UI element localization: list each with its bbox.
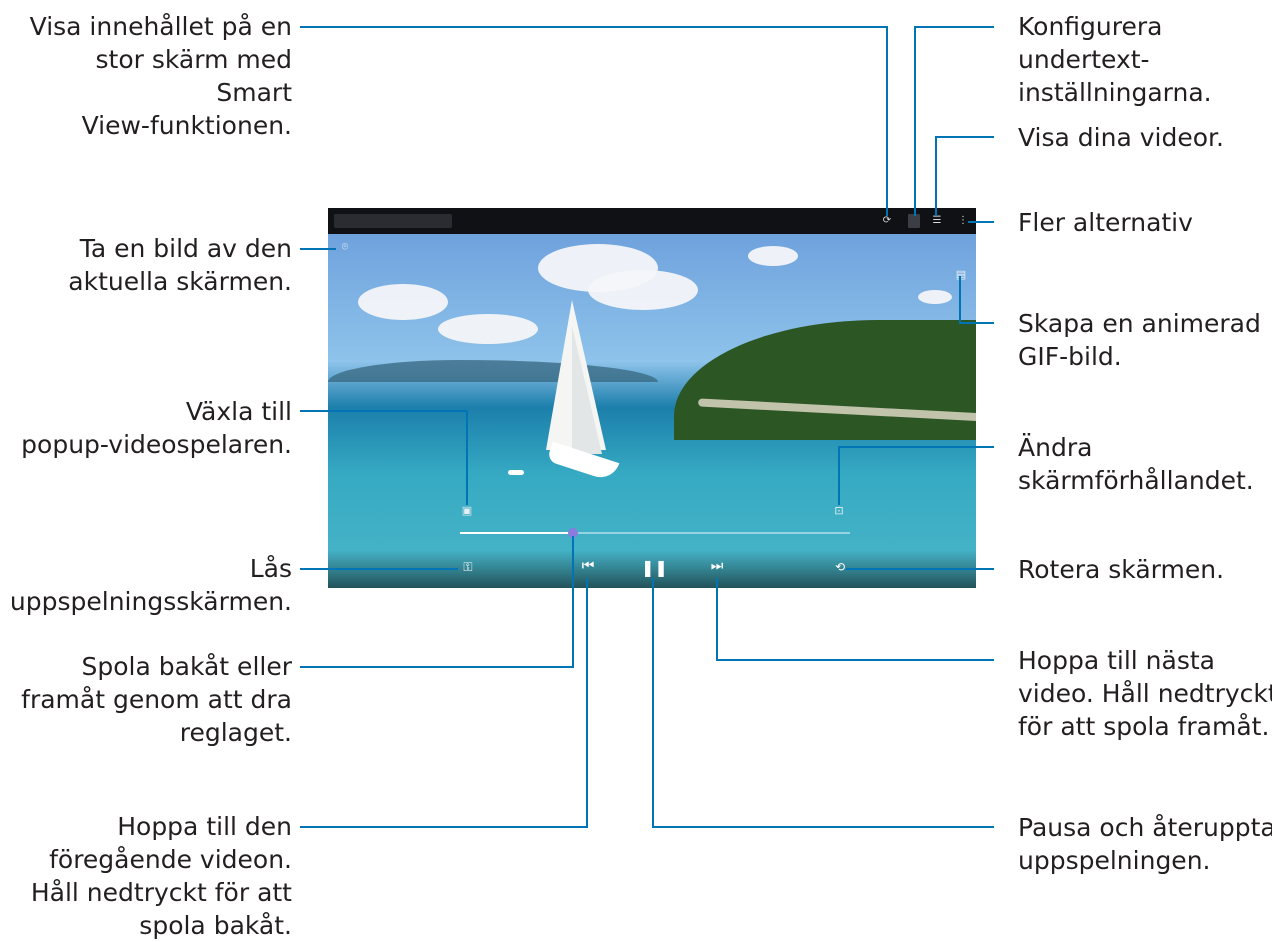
- video-frame[interactable]: [328, 234, 976, 588]
- callout-popup: Växla till popup-videospelaren.: [21, 397, 292, 459]
- lock-icon[interactable]: ⚿: [460, 560, 476, 575]
- callout-list: Visa dina videor.: [1018, 123, 1224, 152]
- previous-icon[interactable]: ⏮: [578, 558, 598, 574]
- gif-icon[interactable]: ▤: [954, 268, 968, 282]
- cloud: [438, 314, 538, 344]
- callout-gif: Skapa en animerad GIF-bild.: [1018, 309, 1261, 371]
- popup-player-icon[interactable]: ▣: [460, 504, 474, 518]
- seek-handle[interactable]: [568, 528, 578, 538]
- seek-progress: [460, 532, 573, 534]
- video-list-icon[interactable]: ☰: [930, 214, 944, 228]
- callout-subtitles: Konfigurera undertext- inställningarna.: [1018, 12, 1212, 107]
- sail: [572, 326, 602, 454]
- island: [674, 320, 976, 440]
- capture-icon[interactable]: ⌾: [338, 240, 352, 254]
- distant-hills: [328, 360, 658, 382]
- next-icon[interactable]: ⏭: [707, 558, 727, 574]
- callout-previous: Hoppa till den föregående videon. Håll n…: [30, 812, 292, 940]
- screen-ratio-icon[interactable]: ⊡: [832, 504, 846, 518]
- callout-more: Fler alternativ: [1018, 208, 1193, 237]
- callout-next: Hoppa till nästa video. Håll nedtryckt f…: [1018, 646, 1272, 741]
- callout-rotate: Rotera skärmen.: [1018, 555, 1225, 584]
- callout-lock: Lås uppspelningsskärmen.: [9, 554, 292, 616]
- callout-capture: Ta en bild av den aktuella skärmen.: [68, 234, 292, 296]
- more-options-icon[interactable]: ⋮: [958, 214, 968, 228]
- cloud: [918, 290, 952, 304]
- dinghy: [508, 470, 524, 475]
- smart-view-icon[interactable]: ⟳: [880, 214, 894, 228]
- video-title: [334, 214, 452, 228]
- cloud: [358, 284, 448, 320]
- top-bar: ⟳ ☰ ⋮: [328, 208, 976, 234]
- pause-icon[interactable]: ❚❚: [641, 558, 668, 577]
- subtitles-icon[interactable]: [908, 214, 920, 228]
- callout-ratio: Ändra skärmförhållandet.: [1018, 433, 1254, 495]
- callout-smart-view: Visa innehållet på en stor skärm med Sma…: [29, 12, 292, 140]
- cloud: [748, 246, 798, 266]
- video-player[interactable]: ⟳ ☰ ⋮ ⌾ ▤ ▣ ⊡ ⚿ ⏮ ❚❚ ⏭ ⟲: [328, 208, 976, 588]
- callout-seek: Spola bakåt eller framåt genom att dra r…: [21, 652, 292, 747]
- rotate-icon[interactable]: ⟲: [832, 560, 848, 574]
- callout-pause: Pausa och återuppta uppspelningen.: [1018, 813, 1272, 875]
